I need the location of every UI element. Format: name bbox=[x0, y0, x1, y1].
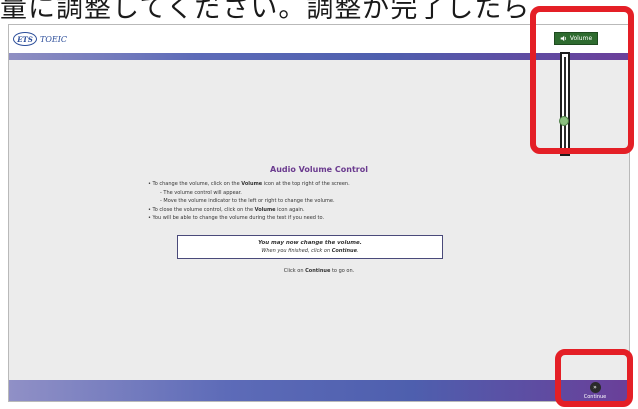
instruction-item: • To close the volume control, click on … bbox=[148, 206, 305, 213]
instruction-item: - Move the volume indicator to the left … bbox=[160, 198, 335, 204]
instruction-item: • You will be able to change the volume … bbox=[148, 215, 325, 221]
continue-instruction: Click on Continue to go on. bbox=[283, 268, 355, 274]
instruction-item: - The volume control will appear. bbox=[160, 189, 242, 196]
instruction-item: • To change the volume, click on the Vol… bbox=[148, 181, 350, 187]
ets-toeic-logo: ETS TOEIC bbox=[13, 32, 67, 46]
bottom-band bbox=[9, 380, 629, 401]
notice-sub-text: When you finished, click on Continue. bbox=[261, 248, 359, 254]
page-title: Audio Volume Control bbox=[270, 165, 368, 174]
volume-highlight-box bbox=[530, 6, 634, 154]
ets-logo-mark: ETS bbox=[13, 32, 37, 46]
notice-main-text: You may now change the volume. bbox=[258, 240, 362, 246]
continue-highlight-box bbox=[555, 349, 633, 407]
notice-box: You may now change the volume. When you … bbox=[177, 235, 443, 259]
instruction-list: • To change the volume, click on the Vol… bbox=[148, 180, 548, 223]
toeic-logo-text: TOEIC bbox=[40, 34, 68, 44]
